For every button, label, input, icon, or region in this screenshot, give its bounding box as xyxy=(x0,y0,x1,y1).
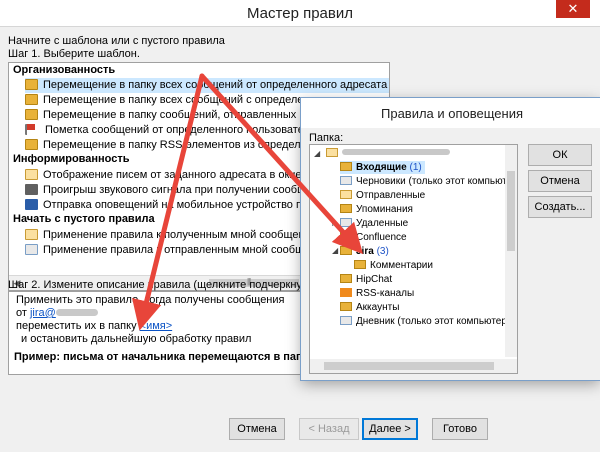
tree-folder-comments[interactable]: Комментарии xyxy=(354,259,433,272)
back-button[interactable]: < Назад xyxy=(299,418,359,440)
folder-move-icon xyxy=(25,79,38,90)
template-item-label: Перемещение в папку всех сообщений от оп… xyxy=(43,79,388,91)
folder-tree-vertical-scrollbar[interactable] xyxy=(505,145,517,357)
tree-folder-label: Упоминания xyxy=(356,204,413,215)
wizard-intro: Начните с шаблона или с пустого правила xyxy=(8,35,225,47)
tree-folder-hipchat[interactable]: HipChat xyxy=(340,273,392,286)
sent-mail-icon xyxy=(25,244,38,255)
template-item-move-from-sender[interactable]: Перемещение в папку всех сообщений от оп… xyxy=(25,78,389,93)
sender-address-link[interactable]: jira@ xyxy=(30,307,56,319)
journal-icon xyxy=(340,316,352,325)
tree-folder-label: Confluence xyxy=(356,232,407,243)
tree-folder-label: Черновики (только этот компьютер) xyxy=(356,176,518,187)
ok-button[interactable]: ОК xyxy=(528,144,592,166)
desc-move-line: переместить их в папку <имя> xyxy=(16,320,172,332)
group-informed: Информированность xyxy=(13,153,130,165)
sent-icon xyxy=(340,190,352,199)
tree-folder-drafts[interactable]: Черновики (только этот компьютер) xyxy=(340,175,518,188)
tree-account-root[interactable] xyxy=(326,147,450,160)
flag-icon xyxy=(25,124,40,135)
mail-alert-icon xyxy=(25,169,38,180)
group-blank-rule: Начать с пустого правила xyxy=(13,213,155,225)
dialog-cancel-button[interactable]: Отмена xyxy=(528,170,592,192)
finish-button[interactable]: Готово xyxy=(432,418,488,440)
tree-folder-label: Комментарии xyxy=(370,260,433,271)
tree-folder-label: Jira xyxy=(356,246,374,257)
tree-folder-label: Аккаунты xyxy=(356,302,400,313)
speaker-icon xyxy=(25,184,38,195)
desc-condition: Применить это правило, когда получены со… xyxy=(16,294,285,306)
tree-folder-mentions[interactable]: Упоминания xyxy=(340,203,413,216)
folder-icon xyxy=(340,232,352,241)
folder-icon xyxy=(354,260,366,269)
folder-tree[interactable]: ◢ Входящие (1) Черновики (только этот ко… xyxy=(309,144,518,374)
scroll-thumb[interactable] xyxy=(324,362,494,370)
folder-icon xyxy=(340,302,352,311)
cancel-button[interactable]: Отмена xyxy=(229,418,285,440)
redacted-account-name xyxy=(342,149,450,155)
tree-folder-label: Дневник (только этот компьютер) xyxy=(356,316,511,327)
folder-icon xyxy=(340,246,352,255)
trash-icon xyxy=(340,218,352,227)
step1-label: Шаг 1. Выберите шаблон. xyxy=(8,48,140,60)
next-button[interactable]: Далее > xyxy=(362,418,418,440)
tree-folder-label: HipChat xyxy=(356,274,393,285)
tree-folder-label: Отправленные xyxy=(356,190,426,201)
redacted-address xyxy=(55,309,98,316)
tree-folder-journal[interactable]: Дневник (только этот компьютер) xyxy=(340,315,510,328)
rules-and-alerts-dialog: Правила и оповещения Папка: ◢ Входящие (… xyxy=(301,98,600,380)
folder-move-icon xyxy=(25,109,38,120)
mailbox-icon xyxy=(326,148,338,157)
tree-folder-label: Удаленные xyxy=(356,218,409,229)
tree-folder-accounts[interactable]: Аккаунты xyxy=(340,301,399,314)
desc-stop-processing: и остановить дальнейшую обработку правил xyxy=(21,333,252,345)
collapse-icon[interactable]: ◢ xyxy=(332,246,338,255)
folder-move-icon xyxy=(25,139,38,150)
tree-folder-jira[interactable]: Jira (3) xyxy=(340,245,389,258)
desc-move-prefix: переместить их в папку xyxy=(16,320,137,332)
folder-tree-horizontal-scrollbar[interactable] xyxy=(310,359,517,373)
target-folder-link[interactable]: <имя> xyxy=(140,320,173,332)
template-item-apply-sent[interactable]: Применение правила к отправленным мной с… xyxy=(25,243,336,258)
expand-icon[interactable]: ▷ xyxy=(332,218,338,227)
tree-folder-inbox[interactable]: Входящие (1) xyxy=(340,161,425,174)
template-item-apply-received[interactable]: Применение правила к полученным мной соо… xyxy=(25,228,324,243)
mobile-phone-icon xyxy=(25,199,38,210)
inbox-icon xyxy=(340,162,352,171)
tree-folder-confluence[interactable]: Confluence xyxy=(340,231,407,244)
folder-icon xyxy=(340,274,352,283)
rules-dialog-title: Правила и оповещения xyxy=(381,106,524,121)
create-folder-button[interactable]: Создать... xyxy=(528,196,592,218)
unread-count: (3) xyxy=(376,246,389,257)
folder-move-icon xyxy=(25,94,38,105)
drafts-icon xyxy=(340,176,352,185)
collapse-icon[interactable]: ◢ xyxy=(314,149,320,158)
tree-folder-rss[interactable]: RSS-каналы xyxy=(340,287,414,300)
tree-folder-label: RSS-каналы xyxy=(356,288,415,299)
template-item-label: Применение правила к отправленным мной с… xyxy=(43,244,336,256)
tree-folder-label: Входящие xyxy=(356,162,407,173)
template-item-label: Применение правила к полученным мной соо… xyxy=(43,229,325,241)
folder-label: Папка: xyxy=(309,132,344,144)
desc-from-prefix: от xyxy=(16,307,27,319)
folder-icon xyxy=(340,204,352,213)
envelope-icon xyxy=(25,229,38,240)
close-icon[interactable]: ✕ xyxy=(556,0,590,18)
desc-from-line: от jira@ xyxy=(16,307,98,319)
wizard-title: Мастер правил xyxy=(247,5,353,22)
unread-count: (1) xyxy=(409,162,422,173)
scroll-thumb[interactable] xyxy=(507,171,515,251)
wizard-title-bar: Мастер правил ✕ xyxy=(0,0,600,27)
group-organized: Организованность xyxy=(13,64,116,76)
tree-folder-deleted[interactable]: Удаленные xyxy=(340,217,408,230)
rss-icon xyxy=(340,288,352,297)
tree-folder-sent[interactable]: Отправленные xyxy=(340,189,425,202)
rules-dialog-title-bar: Правила и оповещения xyxy=(301,98,600,128)
